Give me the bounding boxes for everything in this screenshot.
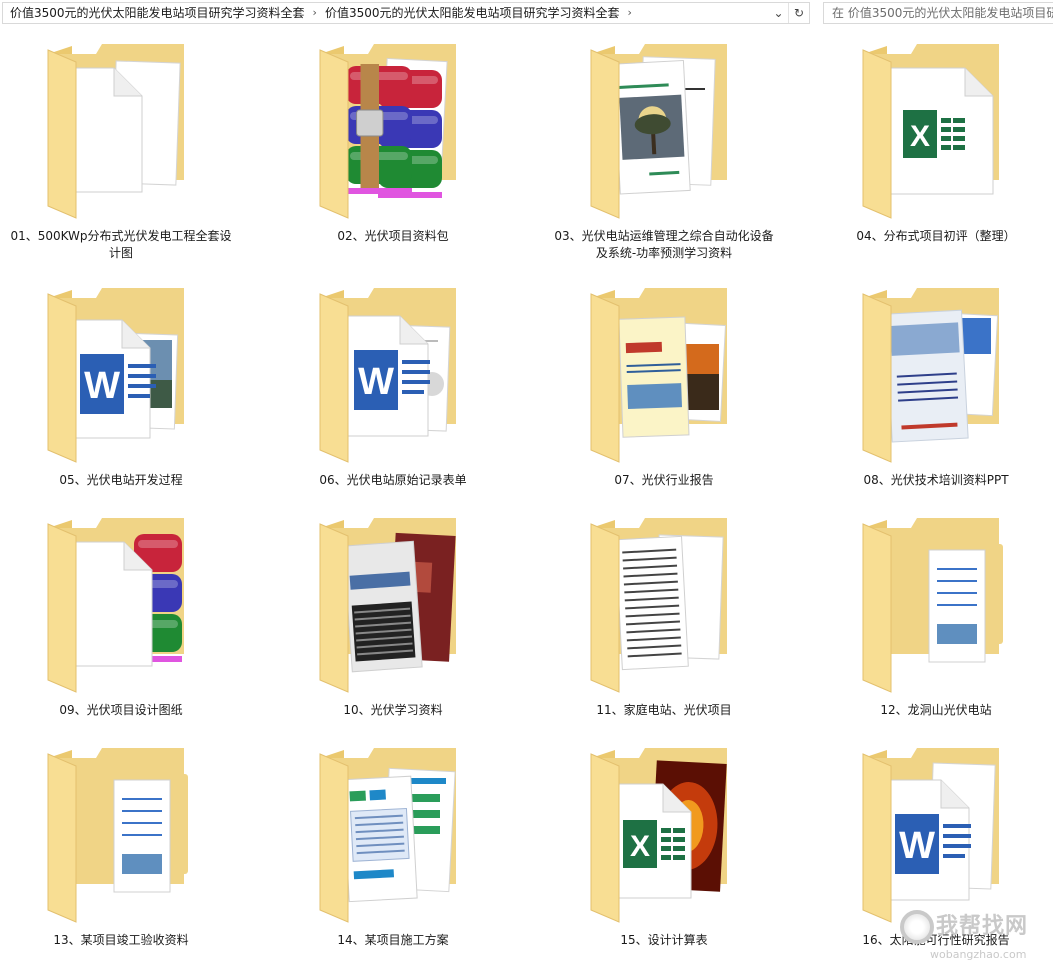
folder-label: 13、某项目竣工验收资料 xyxy=(53,933,189,947)
chevron-down-icon: ⌄ xyxy=(773,6,784,20)
folder-item[interactable]: 08、光伏技术培训资料PPT xyxy=(815,274,1053,504)
folder-item[interactable]: 01、500KWp分布式光伏发电工程全套设计图 xyxy=(0,30,272,260)
folder-grid: 01、500KWp分布式光伏发电工程全套设计图 02、光伏项目资料包 03、光伏电站… xyxy=(0,30,1053,975)
folder-icon xyxy=(316,744,464,924)
folder-item[interactable]: X 04、分布式项目初评（整理） xyxy=(815,30,1053,260)
watermark-logo: 我帮找网 wobangzhao.com xyxy=(896,906,1052,972)
folder-icon: W xyxy=(859,744,1007,924)
svg-text:W: W xyxy=(84,365,120,407)
breadcrumb: 价值3500元的光伏太阳能发电站项目研究学习资料全套 › 价值3500元的光伏太… xyxy=(3,3,769,23)
search-input[interactable] xyxy=(832,6,1053,20)
svg-text:X: X xyxy=(630,830,650,863)
folder-label: 01、500KWp分布式光伏发电工程全套设计图 xyxy=(10,229,232,260)
folder-icon xyxy=(44,40,192,220)
svg-text:W: W xyxy=(358,361,394,403)
folder-label: 04、分布式项目初评（整理） xyxy=(856,229,1016,243)
folder-label: 06、光伏电站原始记录表单 xyxy=(319,473,467,487)
folder-icon xyxy=(587,40,735,220)
folder-item[interactable]: 14、某项目施工方案 xyxy=(272,734,544,964)
folder-label: 15、设计计算表 xyxy=(620,933,708,947)
breadcrumb-item-current[interactable]: 价值3500元的光伏太阳能发电站项目研究学习资料全套 xyxy=(322,3,623,23)
svg-text:W: W xyxy=(899,825,935,867)
folder-label: 08、光伏技术培训资料PPT xyxy=(863,473,1009,487)
folder-item[interactable]: 02、光伏项目资料包 xyxy=(272,30,544,260)
folder-item[interactable]: W 06、光伏电站原始记录表单 xyxy=(272,274,544,504)
breadcrumb-chevron-icon[interactable]: › xyxy=(308,3,322,23)
watermark-cn-text: 我帮找网 xyxy=(936,914,1029,939)
folder-item[interactable]: W 05、光伏电站开发过程 xyxy=(0,274,272,504)
magnifier-icon xyxy=(900,910,934,944)
folder-icon: X xyxy=(587,744,735,924)
folder-label: 10、光伏学习资料 xyxy=(343,703,443,717)
folder-item[interactable]: 09、光伏项目设计图纸 xyxy=(0,504,272,734)
folder-icon xyxy=(587,514,735,694)
folder-icon xyxy=(859,514,1007,694)
folder-item[interactable]: 07、光伏行业报告 xyxy=(543,274,815,504)
folder-item[interactable]: 13、某项目竣工验收资料 xyxy=(0,734,272,964)
folder-item[interactable]: 11、家庭电站、光伏项目 xyxy=(543,504,815,734)
folder-label: 02、光伏项目资料包 xyxy=(337,229,449,243)
folder-item[interactable]: 12、龙洞山光伏电站 xyxy=(815,504,1053,734)
address-dropdown-button[interactable]: ⌄ xyxy=(769,3,789,23)
folder-label: 07、光伏行业报告 xyxy=(614,473,714,487)
folder-icon: X xyxy=(859,40,1007,220)
folder-item[interactable]: 03、光伏电站运维管理之综合自动化设备及系统-功率预测学习资料 xyxy=(543,30,815,260)
folder-item[interactable]: 10、光伏学习资料 xyxy=(272,504,544,734)
refresh-icon: ↻ xyxy=(793,6,805,20)
folder-icon: W xyxy=(44,284,192,464)
folder-label: 14、某项目施工方案 xyxy=(337,933,449,947)
folder-icon xyxy=(316,514,464,694)
folder-icon xyxy=(44,744,192,924)
folder-label: 09、光伏项目设计图纸 xyxy=(59,703,183,717)
watermark-en-text: wobangzhao.com xyxy=(930,948,1027,961)
breadcrumb-chevron-icon[interactable]: › xyxy=(623,3,637,23)
folder-item[interactable]: X 15、设计计算表 xyxy=(543,734,815,964)
explorer-toolbar: 价值3500元的光伏太阳能发电站项目研究学习资料全套 › 价值3500元的光伏太… xyxy=(0,0,1053,28)
folder-label: 03、光伏电站运维管理之综合自动化设备及系统-功率预测学习资料 xyxy=(554,229,774,260)
folder-icon xyxy=(859,284,1007,464)
folder-label: 05、光伏电站开发过程 xyxy=(59,473,183,487)
search-box[interactable] xyxy=(823,2,1053,24)
address-bar[interactable]: 价值3500元的光伏太阳能发电站项目研究学习资料全套 › 价值3500元的光伏太… xyxy=(2,2,810,24)
breadcrumb-item-parent[interactable]: 价值3500元的光伏太阳能发电站项目研究学习资料全套 xyxy=(7,3,308,23)
folder-icon: W xyxy=(316,284,464,464)
folder-icon xyxy=(316,40,464,220)
folder-icon xyxy=(587,284,735,464)
refresh-button[interactable]: ↻ xyxy=(789,3,809,23)
folder-icon xyxy=(44,514,192,694)
folder-label: 11、家庭电站、光伏项目 xyxy=(596,703,732,717)
folder-label: 12、龙洞山光伏电站 xyxy=(880,703,992,717)
svg-text:X: X xyxy=(910,120,930,153)
